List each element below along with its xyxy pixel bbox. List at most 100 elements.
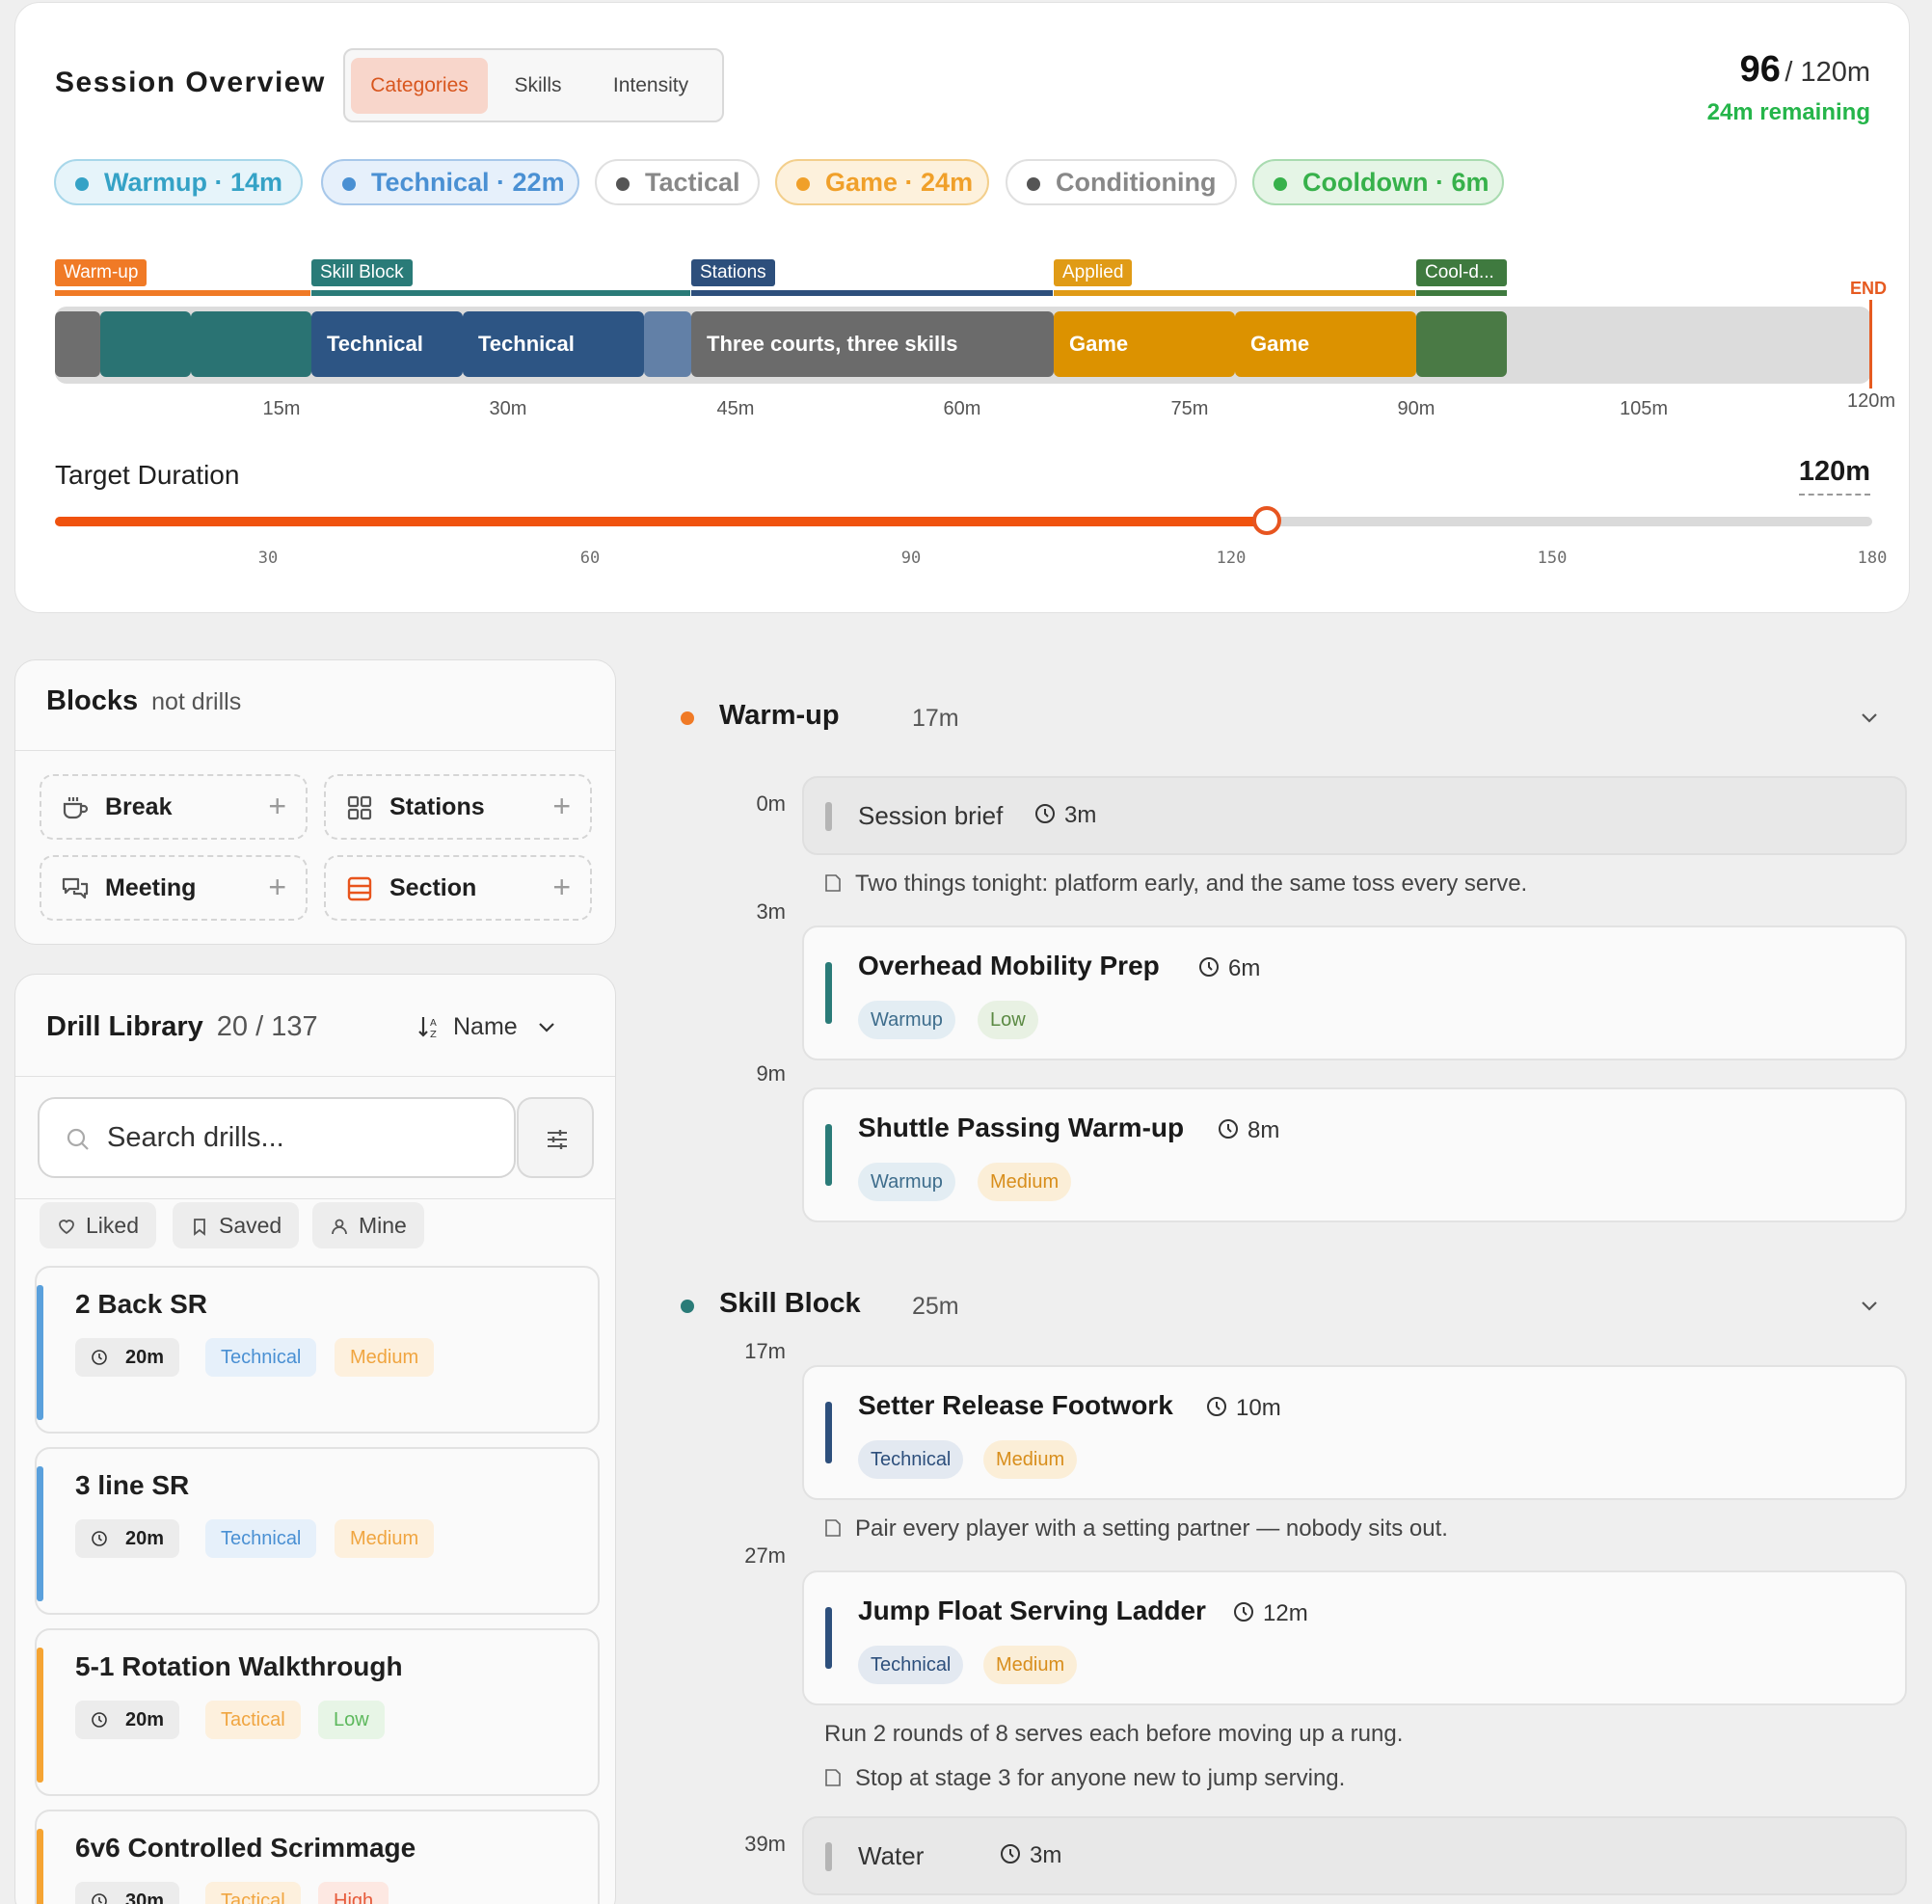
duration-text: 3m	[1030, 1842, 1062, 1868]
phase-tag-skill-block: Skill Block	[311, 259, 413, 286]
timeline-block-stations[interactable]: Three courts, three skills	[691, 311, 1054, 377]
sort-dropdown[interactable]: A Z Name	[416, 1013, 557, 1041]
bookmark-icon	[194, 1219, 205, 1236]
item-bar	[825, 1842, 832, 1871]
note-text: Stop at stage 3 for anyone new to jump s…	[855, 1765, 1346, 1791]
slider-thumb[interactable]	[1251, 506, 1281, 535]
item-duration: 3m	[999, 1842, 1061, 1869]
chip-cooldown[interactable]: Cooldown · 6m	[1252, 159, 1504, 205]
drill-card[interactable]: 3 line SR 20m Technical Medium	[35, 1447, 600, 1615]
search-placeholder: Search drills...	[107, 1122, 284, 1153]
axis-tick: 30m	[489, 398, 527, 419]
plan-item-water[interactable]: Water 3m	[802, 1816, 1907, 1895]
duration-text: 8m	[1248, 1117, 1280, 1143]
timeline-block[interactable]	[100, 311, 191, 377]
target-duration-value[interactable]: 120m	[1798, 456, 1870, 496]
drill-title: 6v6 Controlled Scrimmage	[75, 1833, 416, 1863]
chip-conditioning[interactable]: Conditioning	[1006, 159, 1237, 205]
chip-warmup[interactable]: Warmup · 14m	[54, 159, 303, 205]
session-overview-card: Session Overview Categories Skills Inten…	[14, 2, 1910, 613]
drill-card[interactable]: 6v6 Controlled Scrimmage 30m Tactical Hi…	[35, 1810, 600, 1904]
block-label: Meeting	[105, 874, 197, 901]
tab-intensity[interactable]: Intensity	[588, 58, 713, 114]
plan-item-drill[interactable]: Setter Release Footwork 10m Technical Me…	[802, 1365, 1907, 1500]
chip-label: Technical · 22m	[371, 168, 565, 197]
section-title-warmup[interactable]: Warm-up	[719, 700, 840, 732]
plan-item-session-brief[interactable]: Session brief 3m	[802, 776, 1907, 855]
drill-card[interactable]: 5-1 Rotation Walkthrough 20m Tactical Lo…	[35, 1628, 600, 1796]
note-text: Two things tonight: platform early, and …	[855, 871, 1528, 897]
timeline-block[interactable]	[55, 311, 100, 377]
slider-fill	[55, 517, 1267, 526]
duration-text: 20m	[125, 1709, 165, 1730]
collapse-chevron-icon[interactable]	[1859, 707, 1880, 728]
chat-icon	[62, 877, 89, 899]
view-toggle: Categories Skills Intensity	[343, 48, 724, 122]
category-tag: Technical	[858, 1646, 964, 1684]
tab-skills[interactable]: Skills	[490, 58, 586, 114]
timeline-block-game[interactable]: Game	[1235, 311, 1416, 377]
section-icon	[347, 876, 372, 901]
plan-item-drill[interactable]: Jump Float Serving Ladder 12m Technical …	[802, 1570, 1907, 1705]
search-input[interactable]: Search drills...	[38, 1097, 516, 1178]
phase-tag-cooldown: Cool-d...	[1416, 259, 1507, 286]
add-stations-button[interactable]: Stations +	[324, 774, 592, 840]
category-tag: Warmup	[858, 1163, 955, 1201]
timeline-block[interactable]	[191, 311, 311, 377]
item-duration: 3m	[1033, 802, 1096, 829]
chip-label: Tactical	[645, 168, 740, 197]
item-bar	[825, 962, 832, 1024]
drill-card[interactable]: 2 Back SR 20m Technical Medium	[35, 1266, 600, 1434]
chip-technical[interactable]: Technical · 22m	[321, 159, 579, 205]
filter-mine[interactable]: Mine	[312, 1202, 424, 1248]
filter-liked[interactable]: Liked	[40, 1202, 156, 1248]
technical-dot-icon	[342, 177, 356, 191]
filter-saved[interactable]: Saved	[173, 1202, 300, 1248]
target-duration-slider[interactable]	[55, 506, 1872, 535]
plan-item-drill[interactable]: Overhead Mobility Prep 6m Warmup Low	[802, 925, 1907, 1060]
slider-tick: 90	[900, 549, 922, 568]
axis-tick: 105m	[1619, 398, 1669, 419]
time-marker: 27m	[744, 1543, 786, 1568]
chip-game[interactable]: Game · 24m	[775, 159, 989, 205]
tab-categories[interactable]: Categories	[351, 58, 488, 114]
timeline-block-technical[interactable]: Technical	[463, 311, 644, 377]
chip-tactical[interactable]: Tactical	[595, 159, 760, 205]
filter-settings-button[interactable]	[517, 1097, 594, 1178]
section-title-skill-block[interactable]: Skill Block	[719, 1288, 861, 1320]
blocks-subtitle: not drills	[151, 688, 242, 715]
intensity-badge: Medium	[335, 1519, 435, 1558]
category-bar	[37, 1466, 43, 1601]
item-bar	[825, 1607, 832, 1669]
add-section-button[interactable]: Section +	[324, 855, 592, 921]
end-marker	[1869, 300, 1872, 389]
collapse-chevron-icon[interactable]	[1859, 1295, 1880, 1316]
timeline-block[interactable]	[1416, 311, 1507, 377]
category-tag: Warmup	[858, 1001, 955, 1039]
add-break-button[interactable]: Break +	[40, 774, 308, 840]
section-dot-icon	[681, 711, 694, 725]
duration-text: 12m	[1263, 1600, 1308, 1626]
item-title: Session brief	[858, 801, 1004, 830]
plan-item-drill[interactable]: Shuttle Passing Warm-up 8m Warmup Medium	[802, 1087, 1907, 1222]
clock-icon	[92, 1531, 107, 1546]
duration-text: 6m	[1228, 955, 1261, 981]
item-duration: 6m	[1197, 955, 1260, 982]
chip-label: Game · 24m	[825, 168, 974, 197]
item-bar	[825, 802, 832, 831]
item-title: Jump Float Serving Ladder	[858, 1596, 1206, 1625]
timeline-block-game[interactable]: Game	[1054, 311, 1235, 377]
duration-text: 20m	[125, 1528, 165, 1549]
intensity-tag: Medium	[983, 1646, 1078, 1684]
axis-tick: 45m	[716, 398, 755, 419]
clock-icon	[1199, 957, 1219, 977]
block-label: Section	[389, 874, 477, 901]
clock-icon	[1219, 1119, 1238, 1139]
timeline-block-technical[interactable]: Technical	[311, 311, 463, 377]
time-marker: 9m	[756, 1061, 786, 1086]
user-icon	[332, 1219, 347, 1235]
add-meeting-button[interactable]: Meeting +	[40, 855, 308, 921]
axis-tick: 15m	[262, 398, 301, 419]
timeline-block[interactable]	[644, 311, 691, 377]
intensity-tag: Low	[978, 1001, 1038, 1039]
